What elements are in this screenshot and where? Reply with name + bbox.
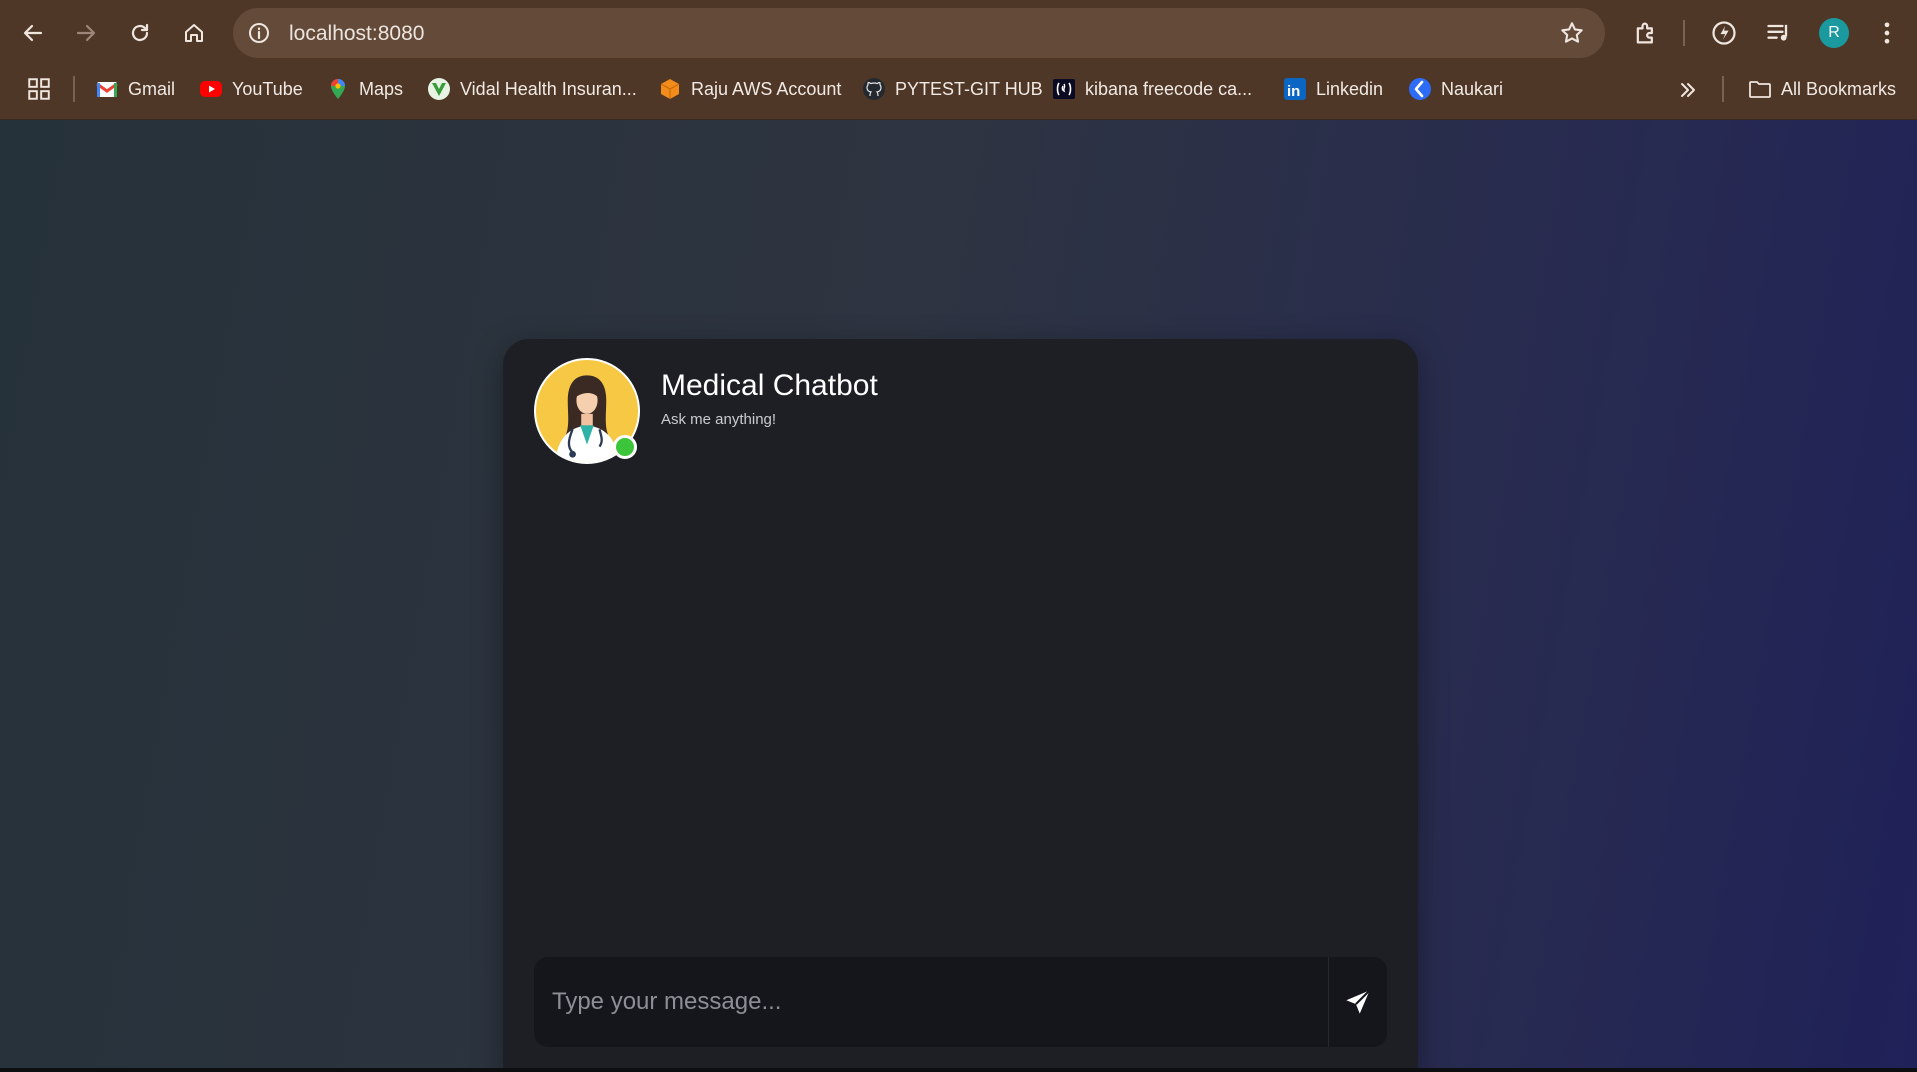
reload-button[interactable] bbox=[120, 13, 160, 53]
address-bar[interactable]: localhost:8080 bbox=[233, 8, 1605, 58]
site-info-icon[interactable] bbox=[247, 21, 271, 45]
bookmark-linkedin[interactable]: in Linkedin bbox=[1283, 74, 1383, 104]
bookmarks-divider bbox=[1722, 76, 1724, 102]
url-text[interactable]: localhost:8080 bbox=[289, 22, 424, 46]
forward-button[interactable] bbox=[66, 13, 106, 53]
window-bottom-edge bbox=[0, 1068, 1917, 1072]
send-button[interactable] bbox=[1328, 957, 1387, 1047]
page-background: Medical Chatbot Ask me anything! bbox=[0, 120, 1917, 1072]
performance-icon[interactable] bbox=[1710, 19, 1738, 47]
bookmark-label: YouTube bbox=[232, 78, 303, 99]
back-arrow-icon bbox=[23, 24, 43, 42]
apps-grid-icon[interactable] bbox=[26, 76, 52, 102]
all-bookmarks-button[interactable]: All Bookmarks bbox=[1748, 74, 1896, 104]
message-input[interactable] bbox=[534, 957, 1328, 1047]
linkedin-icon: in bbox=[1284, 78, 1306, 100]
bookmark-gmail[interactable]: Gmail bbox=[95, 74, 175, 104]
chatbot-title: Medical Chatbot bbox=[661, 369, 878, 402]
naukri-icon bbox=[1409, 78, 1431, 100]
bookmark-label: Naukari bbox=[1441, 78, 1504, 99]
extensions-puzzle-icon[interactable] bbox=[1632, 19, 1660, 47]
bookmark-vidal-health[interactable]: Vidal Health Insuran... bbox=[427, 74, 637, 104]
aws-cube-icon bbox=[660, 79, 680, 99]
bookmark-label: Gmail bbox=[128, 78, 176, 99]
online-status-dot bbox=[613, 435, 637, 459]
home-button[interactable] bbox=[174, 13, 214, 53]
bookmarks-divider bbox=[73, 76, 75, 102]
media-control-icon[interactable] bbox=[1765, 19, 1793, 47]
bookmark-label: kibana freecode ca... bbox=[1085, 78, 1253, 99]
gmail-icon bbox=[96, 82, 118, 97]
chat-card: Medical Chatbot Ask me anything! bbox=[503, 339, 1418, 1072]
chatbot-subtitle: Ask me anything! bbox=[661, 411, 777, 428]
bookmark-star-icon[interactable] bbox=[1559, 20, 1585, 46]
bookmark-label: PYTEST-GIT HUB bbox=[895, 78, 1043, 99]
profile-avatar[interactable]: R bbox=[1819, 18, 1849, 48]
bookmark-naukari[interactable]: Naukari bbox=[1408, 74, 1503, 104]
vidal-health-icon bbox=[428, 78, 450, 100]
browser-toolbar: localhost:8080 R bbox=[0, 0, 1917, 66]
reload-icon bbox=[131, 23, 149, 42]
bookmark-kibana-freecodecamp[interactable]: kibana freecode ca... bbox=[1052, 74, 1252, 104]
bookmark-label: Maps bbox=[359, 78, 404, 99]
back-button[interactable] bbox=[13, 13, 53, 53]
github-icon bbox=[863, 78, 885, 100]
forward-arrow-icon bbox=[76, 24, 96, 42]
bookmark-youtube[interactable]: YouTube bbox=[199, 74, 303, 104]
folder-icon bbox=[1749, 81, 1771, 98]
bookmark-label: Raju AWS Account bbox=[691, 78, 842, 99]
freecodecamp-icon bbox=[1053, 79, 1075, 99]
bookmark-pytest-github[interactable]: PYTEST-GIT HUB bbox=[862, 74, 1043, 104]
maps-icon bbox=[331, 79, 345, 99]
svg-text:in: in bbox=[1287, 83, 1300, 100]
message-composer bbox=[534, 957, 1387, 1047]
home-icon bbox=[185, 24, 203, 42]
all-bookmarks-label: All Bookmarks bbox=[1781, 78, 1897, 99]
more-menu-icon[interactable] bbox=[1873, 19, 1901, 47]
bookmark-label: Linkedin bbox=[1316, 78, 1384, 99]
youtube-icon bbox=[200, 81, 222, 97]
message-area bbox=[534, 489, 1387, 949]
bookmark-label: Vidal Health Insuran... bbox=[460, 78, 637, 99]
more-bookmarks-chevron-icon[interactable] bbox=[1676, 78, 1700, 102]
bookmark-maps[interactable]: Maps bbox=[326, 74, 403, 104]
toolbar-divider bbox=[1683, 20, 1685, 46]
send-arrow-icon bbox=[1346, 989, 1371, 1014]
bookmark-raju-aws[interactable]: Raju AWS Account bbox=[658, 74, 841, 104]
